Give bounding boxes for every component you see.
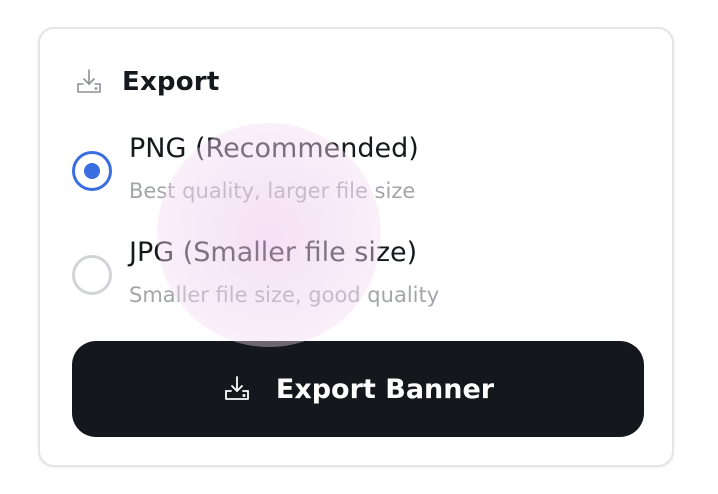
download-tray-icon xyxy=(74,67,104,97)
radio-png[interactable] xyxy=(72,151,112,191)
export-card: Export PNG (Recommended) Best quality, l… xyxy=(38,27,674,467)
option-description: Best quality, larger file size xyxy=(129,179,416,203)
radio-jpg[interactable] xyxy=(72,255,112,295)
panel-title: Export xyxy=(122,67,220,97)
export-banner-button[interactable]: Export Banner xyxy=(72,341,644,437)
option-description: Smaller file size, good quality xyxy=(129,283,440,307)
download-tray-icon xyxy=(222,374,252,404)
option-title: PNG (Recommended) xyxy=(129,133,419,164)
export-button-label: Export Banner xyxy=(275,373,495,405)
export-header: Export xyxy=(74,67,219,97)
option-title: JPG (Smaller file size) xyxy=(129,237,418,268)
